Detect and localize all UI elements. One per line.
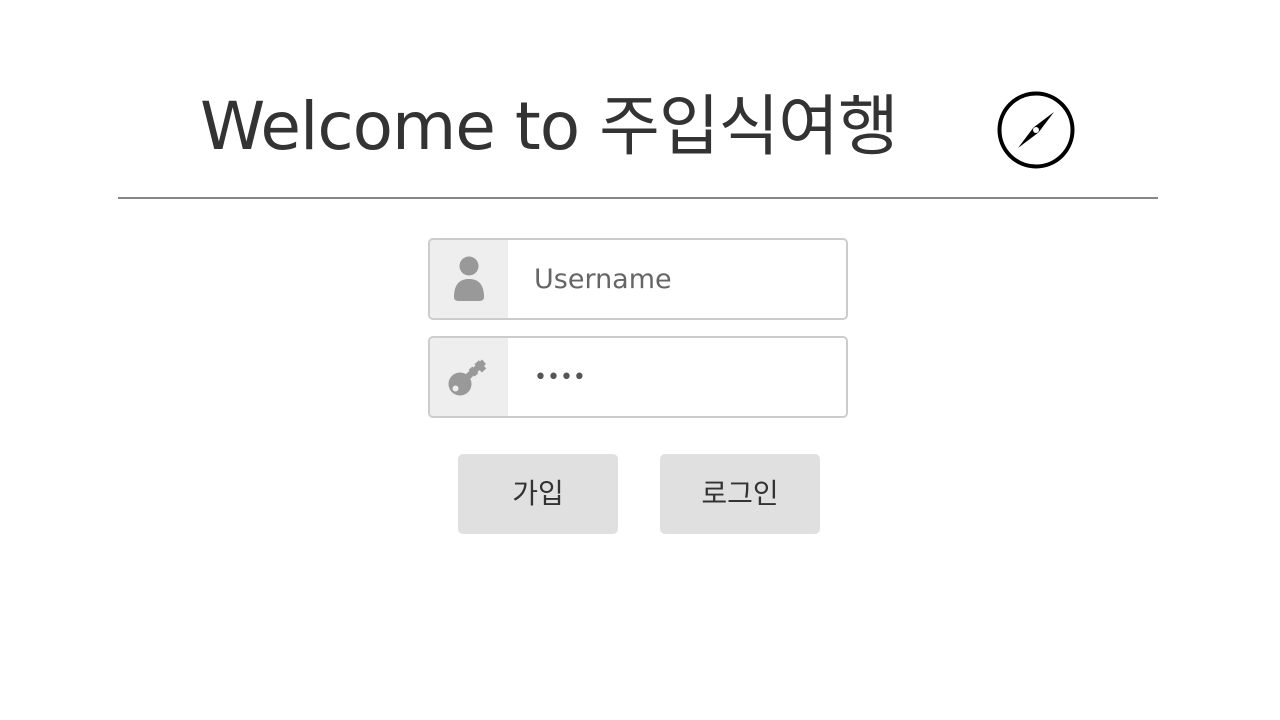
username-field (428, 238, 848, 320)
password-icon-cell (430, 338, 508, 416)
login-button[interactable]: 로그인 (660, 454, 820, 534)
user-icon (454, 256, 484, 301)
page-header: Welcome to 주입식여행 (118, 60, 1158, 180)
compass-icon (997, 91, 1075, 169)
password-input[interactable] (508, 338, 846, 416)
username-icon-cell (430, 240, 508, 318)
header-divider (118, 197, 1158, 199)
password-field (428, 336, 848, 418)
key-icon (448, 359, 487, 396)
signup-button[interactable]: 가입 (458, 454, 618, 534)
username-input[interactable] (508, 240, 846, 318)
login-page: Welcome to 주입식여행 Username 가입 로그인 (0, 0, 1280, 720)
page-title: Welcome to 주입식여행 (200, 88, 899, 165)
